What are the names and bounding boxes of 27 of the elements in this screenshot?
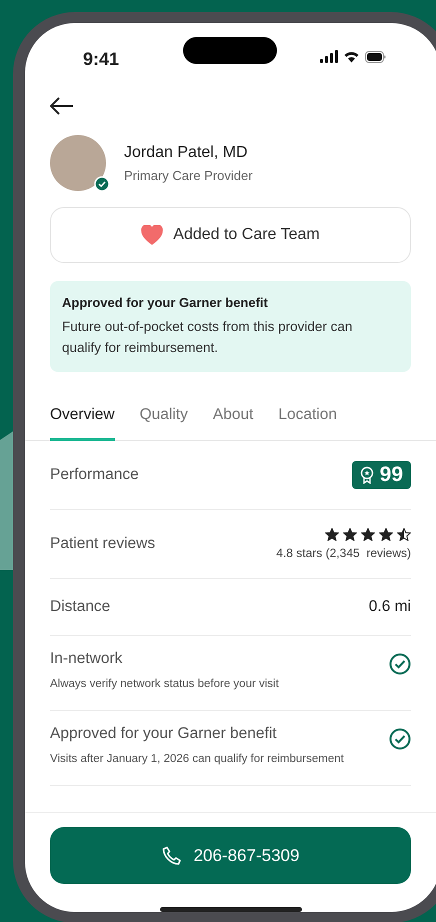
tab[interactable]: Overview (50, 396, 115, 441)
notice-text: Future out-of-pocket costs from this provider can qualify for reimbursement. (62, 318, 354, 357)
tab[interactable]: About (212, 396, 254, 441)
call-button[interactable]: 206-867-5309 (50, 827, 411, 884)
back-arrow-icon[interactable] (50, 97, 74, 115)
row-label: Distance (50, 598, 110, 616)
battery-icon (365, 50, 386, 62)
row-label: Performance (50, 466, 139, 484)
provider-role: Primary Care Provider (124, 168, 253, 182)
wifi-icon (344, 50, 359, 62)
notice-title: Approved for your Garner benefit (62, 295, 269, 310)
review-summary: 4.8 stars (2,345 reviews) (276, 546, 411, 560)
performance-score: 99 (352, 461, 411, 489)
tab[interactable]: Quality (140, 396, 188, 441)
signal-icon (320, 50, 338, 63)
row-note: Visits after January 1, 2026 can qualify for reimbursement (50, 753, 344, 765)
distance-value: 0.6 mi (368, 598, 411, 616)
care-team-button[interactable]: Added to Care Team (50, 207, 411, 263)
row-label: Approved for your Garner benefit (50, 725, 278, 743)
row-label: Patient reviews (50, 535, 156, 553)
tab[interactable]: Location (278, 396, 337, 441)
phone-icon (162, 846, 182, 866)
row-note: Always verify network status before your visit (50, 678, 279, 690)
provider-name: Jordan Patel, MD (124, 144, 249, 162)
status-time: 9:41 (83, 48, 120, 70)
row-label: In-network (50, 650, 124, 668)
award-icon (360, 466, 374, 484)
